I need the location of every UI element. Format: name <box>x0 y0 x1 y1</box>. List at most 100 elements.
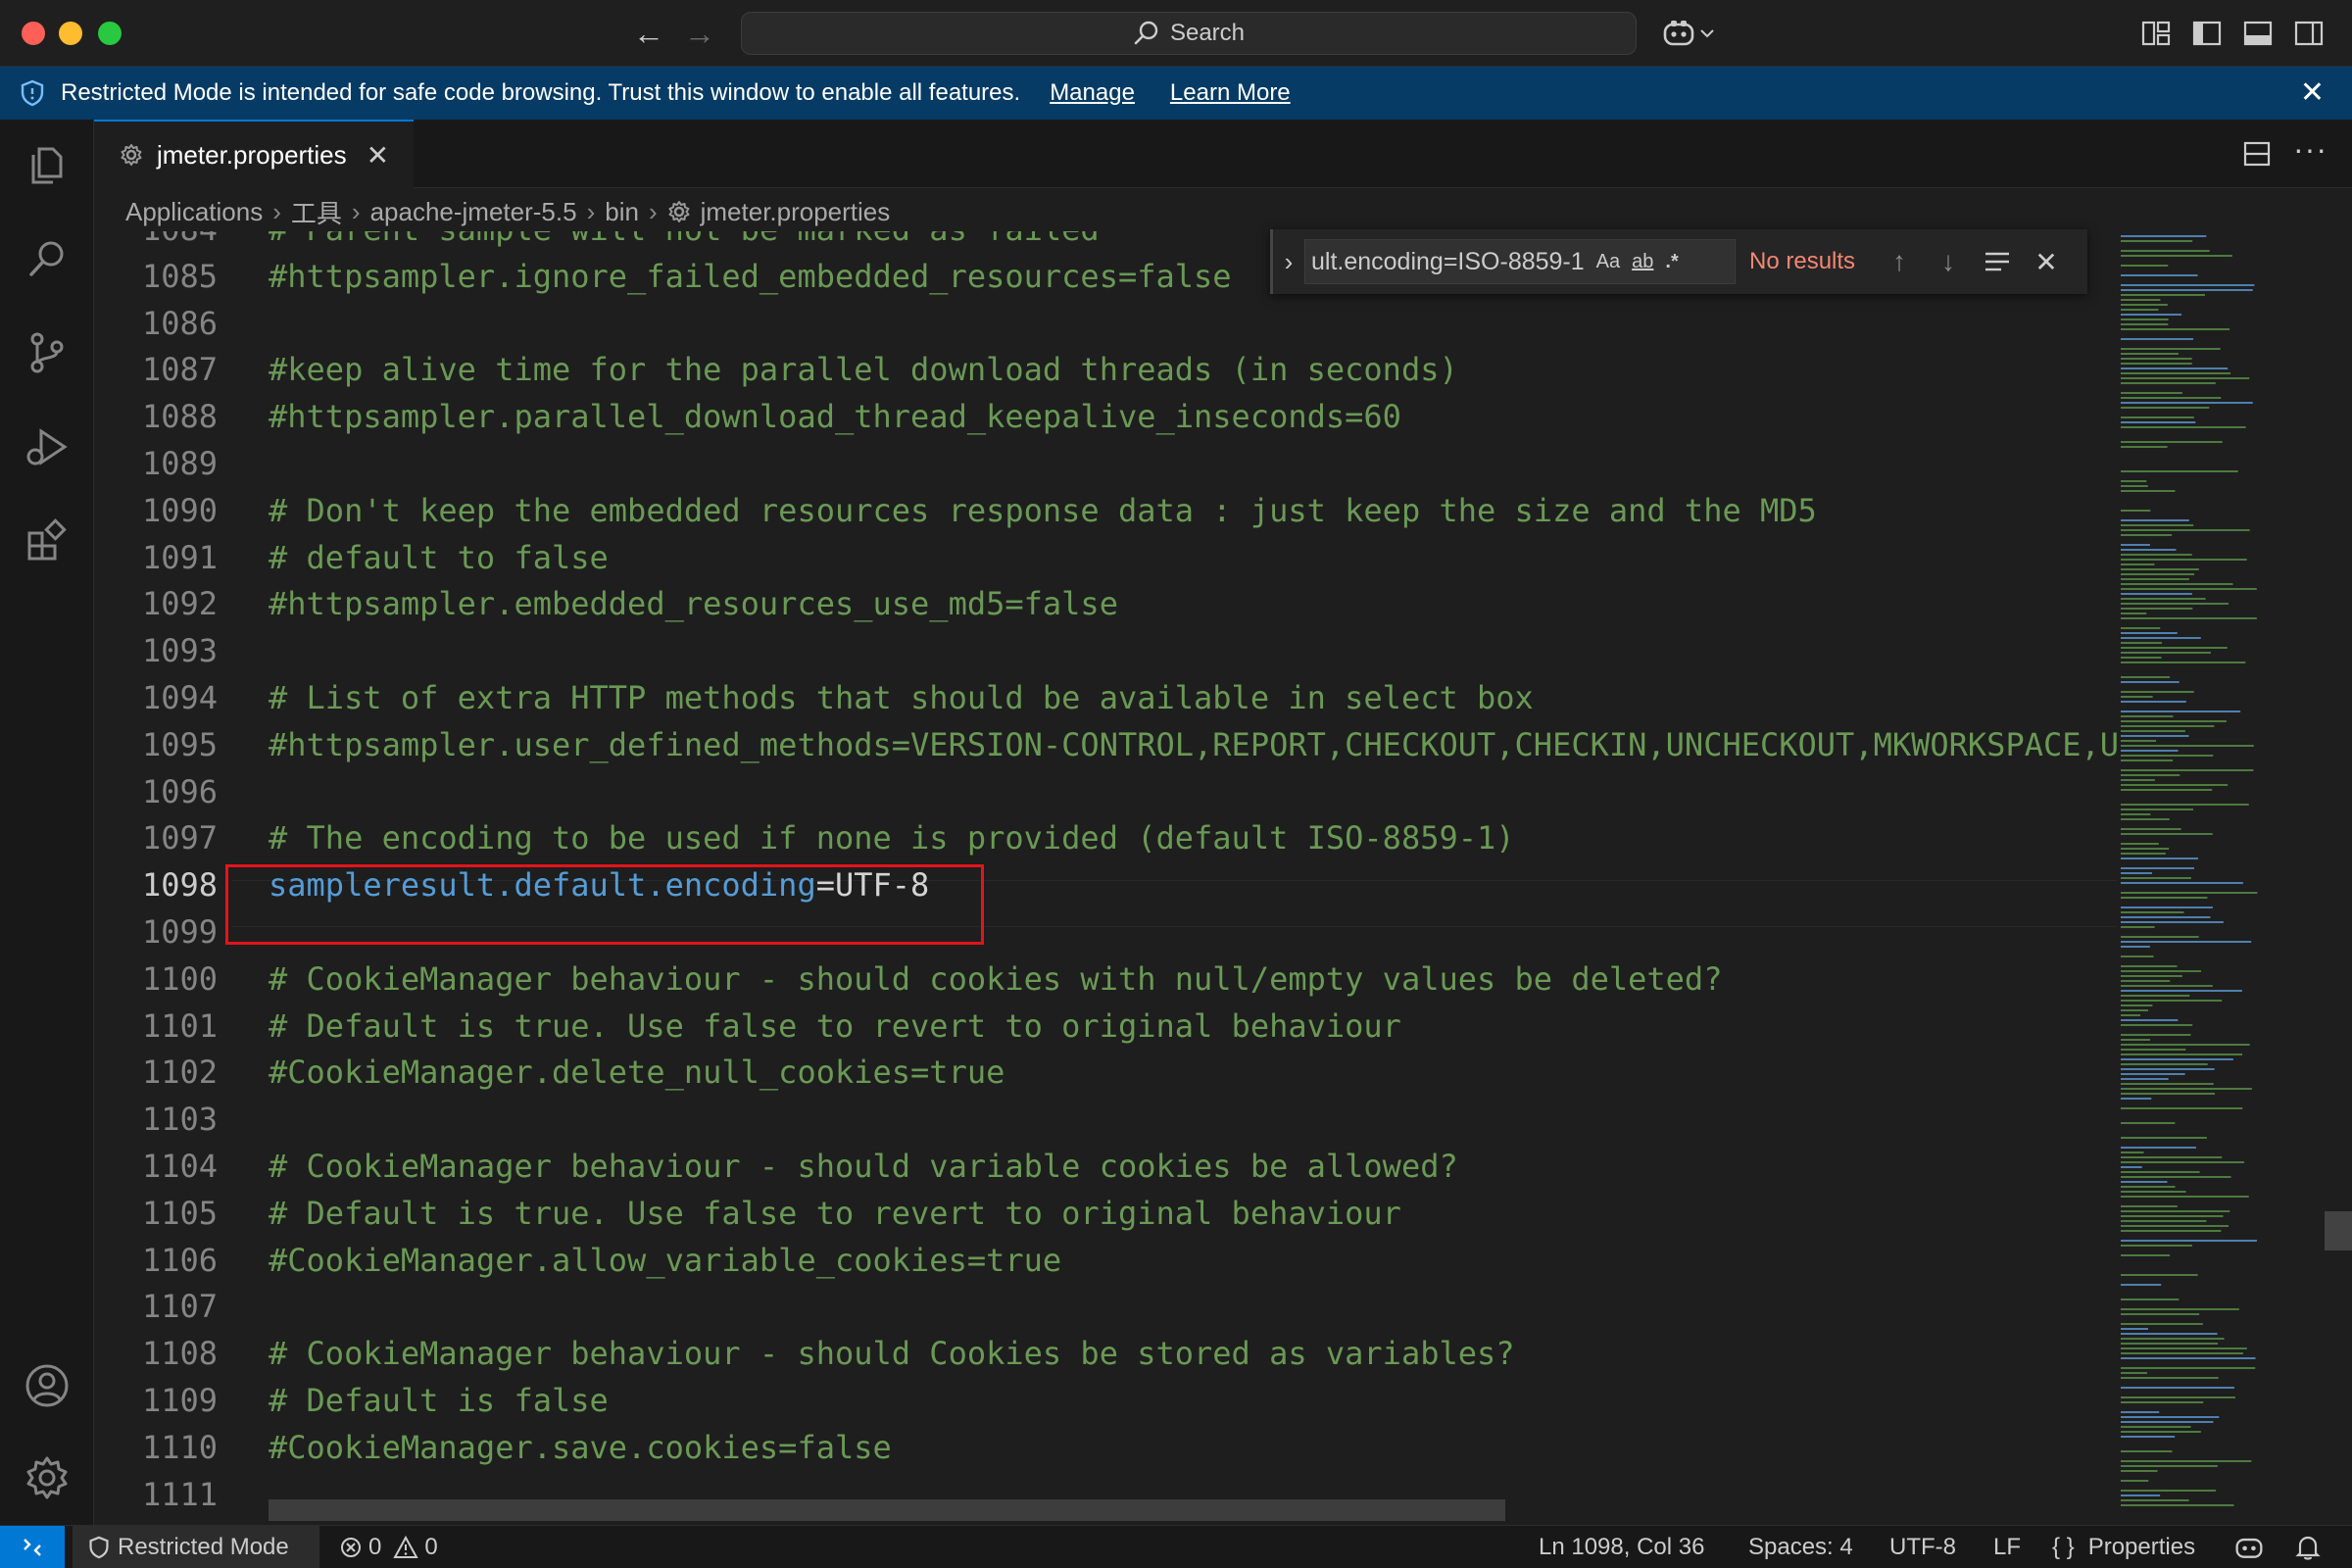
minimap-line <box>2121 1240 2257 1242</box>
encoding-status[interactable]: UTF-8 <box>1889 1526 1956 1568</box>
search-icon[interactable] <box>24 235 71 282</box>
shield-icon <box>89 1536 109 1559</box>
minimap-line <box>2121 1298 2180 1300</box>
eol-status[interactable]: LF <box>1993 1526 2021 1568</box>
go-back-icon[interactable]: ← <box>631 16 666 51</box>
vertical-scrollbar-thumb[interactable] <box>2325 1211 2352 1250</box>
line-number: 1093 <box>141 632 218 670</box>
tab-jmeter-properties[interactable]: jmeter.properties ✕ <box>94 120 414 188</box>
minimap-line <box>2121 1058 2233 1060</box>
code-line[interactable]: 1108 # CookieManager behaviour - should C… <box>94 1330 2250 1377</box>
minimap-line <box>2121 304 2168 306</box>
code-line[interactable]: 1097 # The encoding to be used if none is… <box>94 814 2250 861</box>
problems-status[interactable]: 0 0 <box>339 1526 438 1568</box>
use-regex-toggle[interactable]: .* <box>1665 251 1678 273</box>
code-line[interactable]: 1103 <box>94 1096 2250 1143</box>
line-number: 1110 <box>141 1428 218 1466</box>
learn-more-link[interactable]: Learn More <box>1170 79 1291 107</box>
match-whole-word-toggle[interactable]: ab <box>1632 251 1653 273</box>
code-text: #CookieManager.allow_variable_cookies=tr… <box>269 1241 1062 1279</box>
language-mode-status[interactable]: { } Properties <box>2052 1526 2195 1568</box>
code-line[interactable]: 1087 #keep alive time for the parallel do… <box>94 346 2250 393</box>
tab-close-icon[interactable]: ✕ <box>367 139 389 172</box>
next-match-icon[interactable]: ↓ <box>1924 246 1973 277</box>
split-editor-icon[interactable] <box>2242 139 2272 169</box>
window-close-button[interactable] <box>22 22 45 45</box>
close-icon[interactable]: ✕ <box>2300 78 2325 108</box>
code-line[interactable]: 1086 <box>94 300 2250 347</box>
run-and-debug-icon[interactable] <box>24 423 71 470</box>
minimap[interactable] <box>2117 231 2274 1525</box>
code-line[interactable]: 1110 #CookieManager.save.cookies=false <box>94 1424 2250 1471</box>
window-minimize-button[interactable] <box>59 22 82 45</box>
bell-icon[interactable] <box>2295 1534 2321 1561</box>
minimap-line <box>2121 480 2147 482</box>
cursor-position[interactable]: Ln 1098, Col 36 <box>1539 1526 1704 1568</box>
code-line[interactable]: 1088 #httpsampler.parallel_download_threa… <box>94 393 2250 440</box>
manage-gear-icon[interactable] <box>24 1454 71 1501</box>
code-line[interactable]: 1106 #CookieManager.allow_variable_cookie… <box>94 1237 2250 1284</box>
line-number: 1090 <box>141 491 218 529</box>
minimap-line <box>2121 1416 2220 1418</box>
breadcrumb-item[interactable]: bin <box>605 197 639 227</box>
status-bar: Restricted Mode 0 0 Ln 1098, Col 36 Spac… <box>0 1525 2352 1568</box>
code-line[interactable]: 1095 #httpsampler.user_defined_methods=VE… <box>94 721 2250 768</box>
code-line[interactable]: 1090 # Don't keep the embedded resources … <box>94 487 2250 534</box>
minimap-line <box>2121 1161 2244 1163</box>
breadcrumb-item[interactable]: apache-jmeter-5.5 <box>370 197 577 227</box>
breadcrumb-item[interactable]: jmeter.properties <box>701 197 891 227</box>
code-line[interactable]: 1109 # Default is false <box>94 1377 2250 1424</box>
minimap-line <box>2121 647 2228 649</box>
code-line[interactable]: 1104 # CookieManager behaviour - should v… <box>94 1143 2250 1190</box>
find-input[interactable]: ult.encoding=ISO-8859-1 Aa ab .* <box>1304 239 1736 284</box>
customize-layout-icon[interactable] <box>2140 18 2172 49</box>
minimap-line <box>2121 1063 2208 1065</box>
code-line[interactable]: 1101 # Default is true. Use false to reve… <box>94 1003 2250 1050</box>
code-line[interactable]: 1105 # Default is true. Use false to reve… <box>94 1190 2250 1237</box>
close-find-icon[interactable]: ✕ <box>2022 246 2071 278</box>
indentation-status[interactable]: Spaces: 4 <box>1748 1526 1853 1568</box>
code-line[interactable]: 1096 <box>94 768 2250 815</box>
code-line[interactable]: 1102 #CookieManager.delete_null_cookies=t… <box>94 1049 2250 1096</box>
horizontal-scrollbar-thumb[interactable] <box>269 1499 1505 1521</box>
window-zoom-button[interactable] <box>98 22 122 45</box>
code-line[interactable]: 1089 <box>94 440 2250 487</box>
manage-link[interactable]: Manage <box>1050 79 1135 107</box>
gear-icon <box>668 201 690 222</box>
command-center-search[interactable]: Search <box>741 12 1637 55</box>
code-line[interactable]: 1092 #httpsampler.embedded_resources_use_… <box>94 580 2250 627</box>
toggle-panel-icon[interactable] <box>2242 18 2274 49</box>
toggle-replace-chevron-icon[interactable]: › <box>1273 247 1304 277</box>
code-line[interactable]: 1091 # default to false <box>94 534 2250 581</box>
match-case-toggle[interactable]: Aa <box>1596 251 1620 273</box>
code-line[interactable]: 1107 <box>94 1283 2250 1330</box>
explorer-icon[interactable] <box>24 141 71 188</box>
minimap-line <box>2121 882 2243 884</box>
accounts-icon[interactable] <box>24 1362 71 1409</box>
copilot-button[interactable] <box>1662 16 1715 51</box>
code-editor[interactable]: 1084 # Parent sample will not be marked a… <box>94 231 2352 1525</box>
source-control-icon[interactable] <box>24 329 71 376</box>
line-number: 1107 <box>141 1288 218 1326</box>
minimap-line <box>2121 906 2213 908</box>
code-line[interactable]: 1100 # CookieManager behaviour - should c… <box>94 956 2250 1003</box>
minimap-line <box>2121 1147 2196 1149</box>
restricted-mode-status[interactable]: Restricted Mode <box>73 1526 319 1568</box>
previous-match-icon[interactable]: ↑ <box>1875 246 1924 277</box>
breadcrumb-item[interactable]: Applications <box>125 197 263 227</box>
more-actions-icon[interactable]: ··· <box>2293 131 2328 168</box>
toggle-secondary-sidebar-icon[interactable] <box>2293 18 2325 49</box>
code-text: # Default is false <box>269 1382 609 1419</box>
extensions-icon[interactable] <box>24 517 71 564</box>
minimap-line <box>2121 353 2179 355</box>
breadcrumb-item[interactable]: 工具 <box>291 194 342 230</box>
toggle-primary-sidebar-icon[interactable] <box>2191 18 2223 49</box>
line-number: 1088 <box>141 398 218 436</box>
go-forward-icon[interactable]: → <box>682 16 717 51</box>
find-in-selection-icon[interactable] <box>1973 249 2022 274</box>
code-line[interactable]: 1093 <box>94 627 2250 674</box>
remote-indicator-button[interactable] <box>0 1526 65 1568</box>
code-line[interactable]: 1094 # List of extra HTTP methods that sh… <box>94 674 2250 721</box>
code-text: # Default is true. Use false to revert t… <box>269 1194 1401 1232</box>
copilot-status-icon[interactable] <box>2234 1534 2264 1561</box>
